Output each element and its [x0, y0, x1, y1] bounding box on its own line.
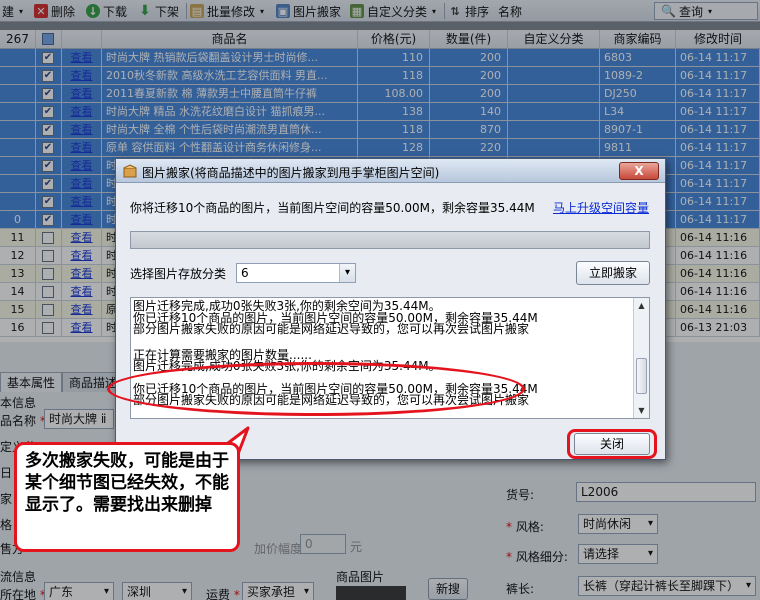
- highlight-ellipse: [107, 362, 525, 416]
- scroll-down-icon[interactable]: ▼: [634, 403, 649, 418]
- log-scrollbar[interactable]: ▲ ▼: [633, 298, 649, 418]
- scroll-thumb[interactable]: [636, 358, 647, 394]
- annotation-callout: 多次搬家失败，可能是由于某个细节图已经失效，不能显示了。需要找出来删掉: [14, 442, 240, 552]
- box-icon: [123, 164, 137, 178]
- highlight-close-box: [567, 429, 657, 459]
- move-now-button[interactable]: 立即搬家: [576, 261, 650, 285]
- log-line: 部分图片搬家失败的原因可能是网络延迟导致的，您可以再次尝试图片搬家: [133, 322, 530, 336]
- scroll-up-icon[interactable]: ▲: [634, 298, 649, 313]
- image-move-dialog: 图片搬家(将商品描述中的图片搬家到甩手掌柜图片空间) X 你将迁移10个商品的图…: [115, 158, 666, 460]
- storage-info: 你将迁移10个商品的图片，当前图片空间的容量50.00M，剩余容量35.44M: [130, 201, 535, 215]
- move-progress-bar: [130, 231, 650, 249]
- category-select-label: 选择图片存放分类: [130, 267, 227, 281]
- upgrade-storage-link[interactable]: 马上升级空间容量: [553, 199, 649, 216]
- dialog-close-button[interactable]: X: [619, 162, 659, 180]
- dialog-title: 图片搬家(将商品描述中的图片搬家到甩手掌柜图片空间): [142, 166, 440, 180]
- chevron-down-icon: ▾: [339, 264, 355, 282]
- category-select-value: 6: [241, 266, 249, 280]
- category-select[interactable]: 6 ▾: [236, 263, 356, 283]
- dialog-titlebar[interactable]: 图片搬家(将商品描述中的图片搬家到甩手掌柜图片空间) X: [116, 159, 665, 183]
